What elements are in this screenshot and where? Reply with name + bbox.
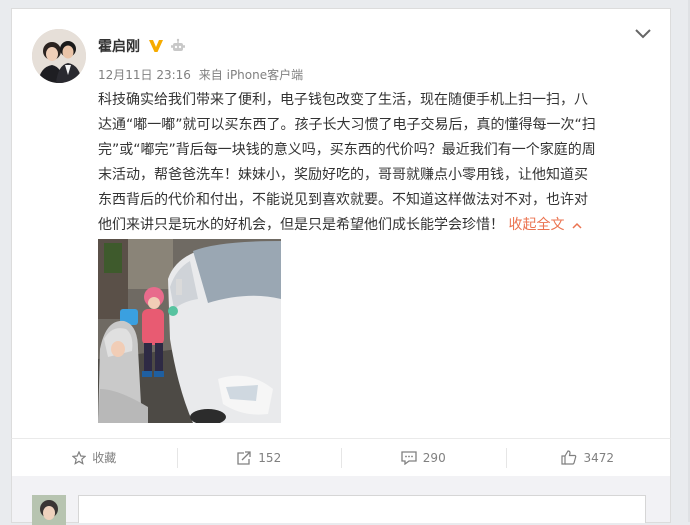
post-text-line: 他们来讲只是玩水的好机会，但是只是希望他们成长能学会珍惜！ (98, 217, 504, 233)
robot-badge-icon[interactable] (170, 38, 186, 54)
repost-button[interactable]: 152 (176, 439, 342, 476)
like-count: 3472 (583, 450, 615, 465)
post-text-line: 东西背后的代价和付出，不能说见到喜欢就要。不知道这样做法对不对，也许对 (98, 192, 588, 208)
post-text-last-line: 他们来讲只是玩水的好机会，但是只是希望他们成长能学会珍惜！ 收起全文 (98, 213, 658, 238)
current-user-avatar[interactable] (32, 495, 66, 525)
star-icon (72, 450, 87, 465)
comment-icon (401, 450, 417, 465)
post-photo[interactable] (98, 239, 281, 423)
post-text-line: 完”或“嘟完”背后每一块钱的意义吗，买东西的代价吗？最近我们有一个家庭的周 (98, 142, 596, 158)
chevron-down-icon[interactable] (634, 27, 652, 41)
user-avatar-photo (32, 495, 66, 525)
post-action-bar: 收藏 152 290 3472 (11, 438, 671, 477)
repost-count: 152 (258, 450, 282, 465)
post-text-line: 达通“嘟一嘟”就可以买东西了。孩子长大习惯了电子交易后，真的懂得每一次“扫 (98, 117, 596, 133)
post-source[interactable]: iPhone客户端 (227, 68, 304, 82)
post-text-line: 末活动，帮爸爸洗车！妹妹小，奖励好吃的，哥哥就赚点小零用钱，让他知道买 (98, 167, 588, 183)
car-wash-photo (98, 239, 281, 423)
post-text: 科技确实给我们带来了便利，电子钱包改变了生活，现在随便手机上扫一扫，八 达通“嘟… (98, 88, 658, 238)
post-meta: 12月11日 23:16 来自 iPhone客户端 (98, 66, 303, 83)
author-row: 霍启刚 (98, 36, 186, 56)
comment-composer (11, 476, 671, 525)
like-button[interactable]: 3472 (505, 439, 671, 476)
favorite-label: 收藏 (92, 451, 117, 465)
author-name[interactable]: 霍启刚 (98, 36, 140, 56)
comment-button[interactable]: 290 (341, 439, 506, 476)
thumbs-up-icon (561, 450, 577, 465)
post-timestamp[interactable]: 12月11日 23:16 (98, 68, 191, 82)
collapse-label[interactable]: 收起全文 (508, 217, 564, 233)
comment-input[interactable] (78, 495, 646, 523)
verified-v-icon[interactable] (148, 39, 164, 53)
post-text-line: 科技确实给我们带来了便利，电子钱包改变了生活，现在随便手机上扫一扫，八 (98, 92, 588, 108)
collapse-full-text-link[interactable]: 收起全文 (504, 217, 582, 233)
author-avatar[interactable] (32, 29, 86, 83)
favorite-button[interactable]: 收藏 (12, 439, 177, 476)
repost-icon (237, 450, 251, 465)
chevron-up-icon[interactable] (572, 222, 582, 229)
weibo-post-card: 霍启刚 12月11日 23:16 来自 iPhone客户端 科技确实给我们带来了… (11, 8, 671, 439)
avatar-photo (32, 29, 86, 83)
comment-count: 290 (422, 450, 446, 465)
from-label: 来自 (198, 68, 223, 82)
